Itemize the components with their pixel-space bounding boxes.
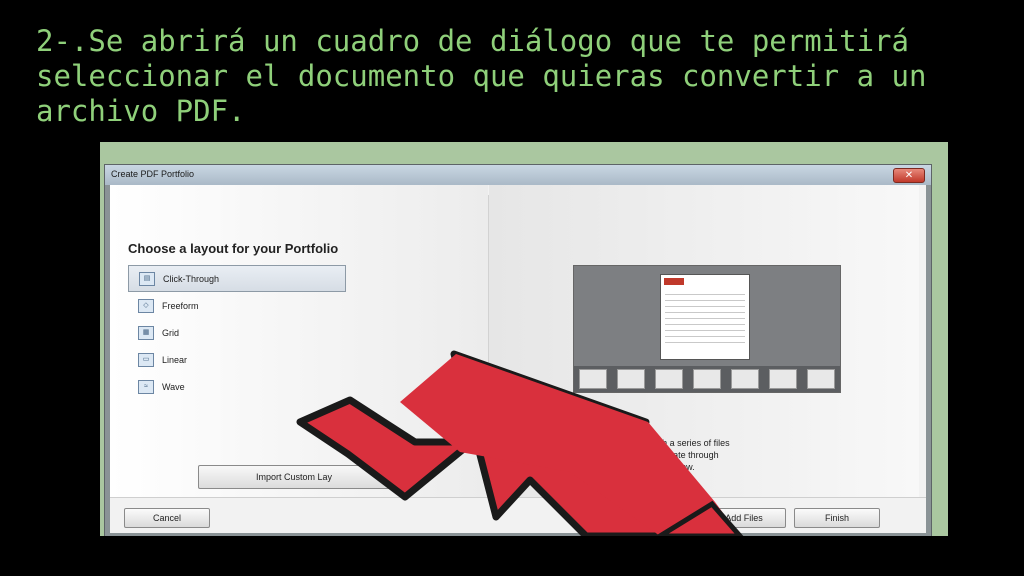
preview-description: out allows the user to click through a s… bbox=[529, 438, 730, 472]
add-files-button[interactable]: Add Files bbox=[702, 508, 786, 528]
layout-item-label: Freeform bbox=[162, 300, 199, 311]
carousel-thumbnail bbox=[617, 369, 645, 389]
layout-item-linear[interactable]: ▭ Linear bbox=[128, 346, 348, 373]
grid-icon: ▦ bbox=[138, 325, 154, 340]
carousel-thumbnail bbox=[769, 369, 797, 389]
dialog-title: Create PDF Portfolio bbox=[111, 169, 195, 179]
preview-title: Click-Through bbox=[529, 411, 624, 427]
carousel-thumbnail bbox=[807, 369, 835, 389]
layout-item-label: Click-Through bbox=[163, 273, 220, 284]
carousel-thumbnail bbox=[655, 369, 683, 389]
layout-item-label: Grid bbox=[162, 327, 180, 338]
layout-pane: Choose a layout for your Portfolio ▤ Cli… bbox=[110, 185, 488, 497]
cancel-button[interactable]: Cancel bbox=[124, 508, 210, 528]
dialog-client-area: Choose a layout for your Portfolio ▤ Cli… bbox=[110, 185, 926, 533]
dialog-button-bar: Cancel Add Files Finish bbox=[110, 497, 926, 533]
create-pdf-portfolio-dialog: Create PDF Portfolio ✕ Choose a layout f… bbox=[104, 164, 932, 536]
close-icon[interactable]: ✕ bbox=[893, 168, 925, 183]
carousel-thumbnail bbox=[731, 369, 759, 389]
linear-icon: ▭ bbox=[138, 352, 154, 367]
click-through-icon: ▤ bbox=[139, 271, 155, 286]
layout-item-label: Wave bbox=[162, 381, 185, 392]
layout-item-freeform[interactable]: ◇ Freeform bbox=[128, 292, 348, 319]
layout-item-wave[interactable]: ≈ Wave bbox=[128, 373, 348, 400]
layout-item-grid[interactable]: ▦ Grid bbox=[128, 319, 348, 346]
layout-preview-image bbox=[573, 265, 841, 393]
slide-instruction-text: 2-.Se abrirá un cuadro de diálogo que te… bbox=[36, 24, 927, 128]
carousel-thumbnail bbox=[693, 369, 721, 389]
carousel-thumbnail bbox=[579, 369, 607, 389]
layout-item-click-through[interactable]: ▤ Click-Through bbox=[128, 265, 346, 292]
preview-document bbox=[660, 274, 750, 360]
preview-pane: Click-Through out allows the user to cli… bbox=[489, 185, 919, 497]
preview-carousel bbox=[574, 366, 840, 392]
import-custom-layout-button[interactable]: Import Custom Lay bbox=[198, 465, 390, 489]
freeform-icon: ◇ bbox=[138, 298, 154, 313]
dialog-screenshot: Create PDF Portfolio ✕ Choose a layout f… bbox=[100, 142, 948, 536]
finish-button[interactable]: Finish bbox=[794, 508, 880, 528]
layout-heading: Choose a layout for your Portfolio bbox=[128, 241, 339, 256]
layout-item-label: Linear bbox=[162, 354, 188, 365]
dialog-titlebar: Create PDF Portfolio ✕ bbox=[105, 165, 931, 185]
wave-icon: ≈ bbox=[138, 379, 154, 394]
layout-list: ▤ Click-Through ◇ Freeform ▦ Grid ▭ Line… bbox=[128, 265, 348, 400]
